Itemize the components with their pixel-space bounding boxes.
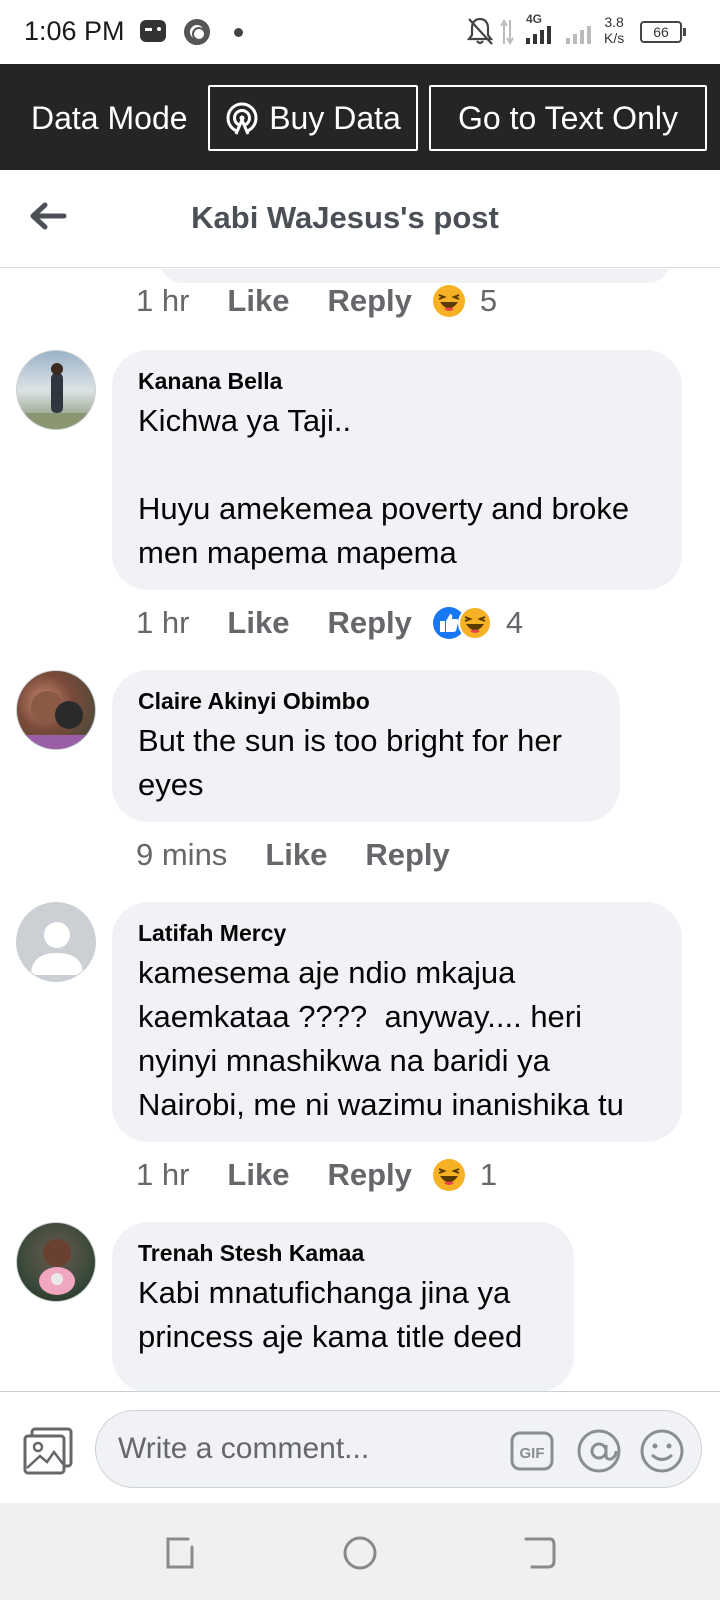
comment-bubble[interactable]: Trenah Stesh Kamaa Kabi mnatufichanga ji… xyxy=(112,1222,574,1391)
comment-bubble[interactable]: Claire Akinyi Obimbo But the sun is too … xyxy=(112,670,620,822)
comment-text: Kabi mnatufichanga jina ya princess aje … xyxy=(138,1275,523,1354)
reactions[interactable]: 1 xyxy=(432,1157,497,1193)
signal-2-icon xyxy=(566,26,591,44)
comment-bubble[interactable]: Kanana Bella Kichwa ya Taji.. Huyu ameke… xyxy=(112,350,682,590)
avatar[interactable] xyxy=(16,350,96,430)
svg-text:GIF: GIF xyxy=(520,1445,545,1462)
comment-bubble[interactable]: Latifah Mercy kamesema aje ndio mkajua k… xyxy=(112,902,682,1142)
like-button[interactable]: Like xyxy=(227,1157,289,1193)
reaction-count: 1 xyxy=(479,1157,498,1192)
reply-button[interactable]: Reply xyxy=(365,837,449,873)
signal-1-icon xyxy=(526,26,551,44)
default-user-icon xyxy=(17,903,95,981)
status-bar: 1:06 PM 4G 3.8 K/s 66 xyxy=(0,0,720,64)
data-arrows-icon xyxy=(500,19,514,45)
network-speed: 3.8 K/s xyxy=(604,14,625,46)
notification-dot-icon xyxy=(234,28,243,37)
broadcast-icon xyxy=(226,102,258,135)
recent-apps-icon[interactable] xyxy=(160,1533,200,1573)
comment-meta: 1 hr Like Reply 5 xyxy=(136,283,497,319)
battery-icon: 66 xyxy=(640,21,686,43)
chrome-icon xyxy=(184,19,210,45)
home-icon[interactable] xyxy=(340,1533,380,1573)
gif-icon[interactable]: GIF xyxy=(509,1428,555,1474)
haha-emoji-icon xyxy=(432,285,465,317)
reactions[interactable]: 5 xyxy=(432,283,497,319)
reaction-count: 5 xyxy=(479,283,498,318)
comment-text: kamesema aje ndio mkajua kaemkataa ???? … xyxy=(138,955,624,1122)
system-nav-bar xyxy=(0,1503,720,1600)
reply-button[interactable]: Reply xyxy=(327,1157,411,1193)
comment-composer: GIF xyxy=(0,1391,720,1503)
buy-data-label: Buy Data xyxy=(269,99,401,136)
comment-author[interactable]: Latifah Mercy xyxy=(138,920,656,947)
avatar[interactable] xyxy=(16,902,96,982)
comment-time[interactable]: 1 hr xyxy=(136,1157,189,1193)
bell-muted-icon xyxy=(466,17,494,45)
page-title: Kabi WaJesus's post xyxy=(191,200,499,235)
text-only-label: Go to Text Only xyxy=(458,99,678,136)
like-button[interactable]: Like xyxy=(265,837,327,873)
like-button[interactable]: Like xyxy=(227,605,289,641)
comment-meta: 1 hr Like Reply 4 xyxy=(136,605,523,641)
reaction-count: 4 xyxy=(505,605,524,640)
like-button[interactable]: Like xyxy=(227,283,289,319)
avatar[interactable] xyxy=(16,1222,96,1302)
back-nav-icon[interactable] xyxy=(520,1533,560,1573)
comment-author[interactable]: Claire Akinyi Obimbo xyxy=(138,688,594,715)
comment-meta: 9 mins Like Reply xyxy=(136,837,450,873)
avatar-image xyxy=(17,363,95,429)
buy-data-button[interactable]: Buy Data xyxy=(208,85,418,151)
comment-time[interactable]: 9 mins xyxy=(136,837,227,873)
network-type: 4G xyxy=(526,12,543,26)
comment-time[interactable]: 1 hr xyxy=(136,283,189,319)
data-mode-bar: Data Mode Buy Data Go to Text Only xyxy=(0,64,720,170)
emoji-icon[interactable] xyxy=(639,1428,685,1474)
haha-emoji-icon xyxy=(432,1159,465,1191)
reply-button[interactable]: Reply xyxy=(327,283,411,319)
avatar-image xyxy=(39,1239,75,1295)
data-mode-label: Data Mode xyxy=(31,100,188,136)
avatar[interactable] xyxy=(16,670,96,750)
post-header: Kabi WaJesus's post xyxy=(0,170,720,268)
comment-text: Kichwa ya Taji.. Huyu amekemea poverty a… xyxy=(138,403,630,570)
avatar-image xyxy=(17,691,95,749)
mention-icon[interactable] xyxy=(576,1428,622,1474)
comment-time[interactable]: 1 hr xyxy=(136,605,189,641)
comment-author[interactable]: Kanana Bella xyxy=(138,368,656,395)
comments-list[interactable]: 1 hr Like Reply 5 Kanana Bella Kichwa ya… xyxy=(0,269,720,1391)
comment-text: But the sun is too bright for her eyes xyxy=(138,723,571,802)
comment-meta: 1 hr Like Reply 1 xyxy=(136,1157,497,1193)
text-only-button[interactable]: Go to Text Only xyxy=(429,85,707,151)
status-time: 1:06 PM xyxy=(24,16,125,46)
game-icon xyxy=(140,20,166,42)
photo-icon[interactable] xyxy=(22,1426,74,1476)
haha-emoji-icon xyxy=(457,606,492,640)
comment-author[interactable]: Trenah Stesh Kamaa xyxy=(138,1240,548,1267)
previous-comment-bubble xyxy=(160,269,670,283)
reply-button[interactable]: Reply xyxy=(327,605,411,641)
reactions[interactable]: 4 xyxy=(432,605,523,641)
